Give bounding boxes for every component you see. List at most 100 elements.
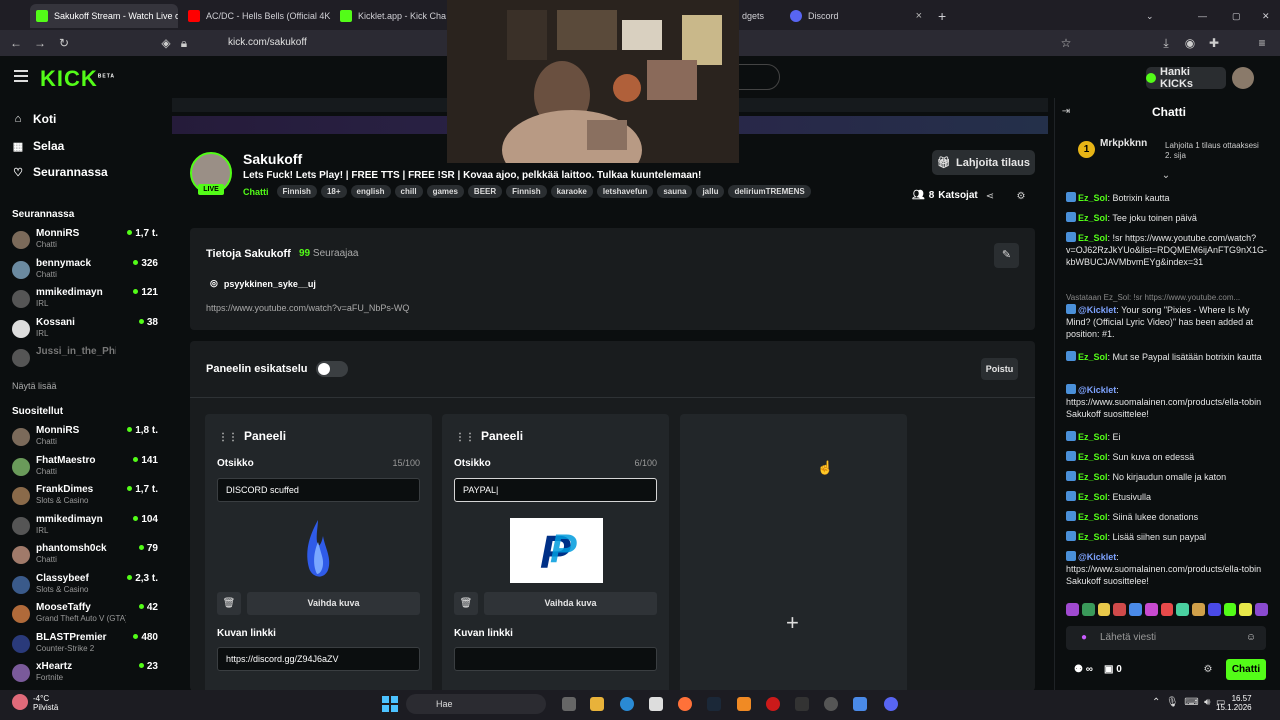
minimize-icon[interactable]: —	[1192, 4, 1212, 28]
chat-username[interactable]: Ez_Sol	[1078, 472, 1108, 482]
channel-list-item[interactable]: MonniRS Chatti 1,8 t.	[12, 425, 162, 453]
panel-preview-toggle[interactable]	[316, 361, 348, 377]
chat-username[interactable]: Ez_Sol	[1078, 452, 1108, 462]
channel-list-item[interactable]: mmikedimayn IRL 121	[12, 287, 162, 315]
close-tab-icon[interactable]: ×	[916, 10, 922, 22]
store-icon[interactable]	[649, 697, 663, 711]
terminal-icon[interactable]	[795, 697, 809, 711]
stream-tag[interactable]: deliriumTREMENS	[728, 185, 811, 198]
youtube-link[interactable]: https://www.youtube.com/watch?v=aFU_NbPs…	[206, 303, 409, 313]
emote-icon[interactable]	[1129, 603, 1142, 616]
weather-icon[interactable]	[12, 694, 28, 710]
chat-username[interactable]: @Kicklet	[1078, 552, 1116, 562]
app-drop-icon[interactable]	[853, 697, 867, 711]
change-image-button[interactable]: Vaihda kuva	[484, 592, 657, 615]
channel-list-item[interactable]: MooseTaffy Grand Theft Auto V (GTA) 42	[12, 602, 162, 630]
emote-icon[interactable]	[1081, 603, 1095, 616]
share-icon[interactable]: ⋖	[984, 191, 996, 203]
back-icon[interactable]: ←	[8, 35, 24, 51]
vlc-icon[interactable]	[737, 697, 751, 711]
nav-browse[interactable]: ▦ Selaa	[12, 139, 65, 153]
emote-icon[interactable]	[1160, 603, 1174, 616]
emote-icon[interactable]	[1192, 603, 1205, 616]
tab-kick[interactable]: Sakukoff Stream - Watch Live o×	[30, 4, 178, 28]
chat-username[interactable]: Ez_Sol	[1078, 512, 1108, 522]
nav-home[interactable]: ⌂ Koti	[12, 112, 57, 126]
tab-widgets[interactable]: dgets	[736, 4, 782, 28]
instagram-link[interactable]: ◎ psyykkinen_syke__uj	[210, 278, 316, 289]
address-field[interactable]: kick.com/sakukoff	[228, 37, 307, 48]
emote-icon[interactable]	[1097, 603, 1111, 616]
plus-icon[interactable]: +	[786, 610, 799, 636]
shield-icon[interactable]: ◈	[158, 35, 174, 51]
stream-tag[interactable]: games	[426, 185, 464, 198]
collapse-chat-icon[interactable]: ⇥	[1060, 106, 1072, 118]
edge-icon[interactable]	[620, 697, 634, 711]
user-settings-icon[interactable]: ⚙	[1015, 191, 1027, 203]
firefox-icon[interactable]	[678, 697, 692, 711]
channel-list-item[interactable]: FrankDimes Slots & Casino 1,7 t.	[12, 484, 162, 512]
chat-input[interactable]: Lähetä viesti	[1066, 626, 1266, 650]
steam-icon[interactable]	[707, 697, 721, 711]
category-link[interactable]: Chatti	[243, 187, 269, 197]
nav-following[interactable]: ♡ Seurannassa	[12, 165, 108, 179]
emote-icon[interactable]	[1144, 603, 1158, 616]
channel-list-item[interactable]: Jussi_in_the_Philippi...	[12, 346, 162, 374]
stream-tag[interactable]: karaoke	[550, 185, 593, 198]
channel-name[interactable]: Sakukoff	[243, 151, 302, 167]
emote-icon[interactable]	[1113, 603, 1127, 616]
tab-kicklet[interactable]: Kicklet.app - Kick Chatbot a	[334, 4, 446, 28]
stream-tag[interactable]: jallu	[696, 185, 725, 198]
channel-list-item[interactable]: MonniRS Chatti 1,7 t.	[12, 228, 162, 256]
pinned-chevron-icon[interactable]: ⌄	[1160, 170, 1172, 182]
bookmark-star-icon[interactable]: ☆	[1058, 35, 1074, 51]
channel-list-item[interactable]: Classybeef Slots & Casino 2,3 t.	[12, 573, 162, 601]
channel-list-item[interactable]: Kossani IRL 38	[12, 317, 162, 345]
channel-list-item[interactable]: xHeartz Fortnite 23	[12, 661, 162, 689]
image-link-input[interactable]	[454, 647, 657, 671]
add-panel-card[interactable]	[680, 414, 907, 704]
stream-tag[interactable]: 18+	[320, 185, 347, 198]
tab-discord[interactable]: Discord ×	[784, 4, 928, 28]
task-view-icon[interactable]	[562, 697, 576, 711]
account-icon[interactable]: ◉	[1182, 35, 1198, 51]
reload-icon[interactable]: ↻	[56, 35, 72, 51]
stream-tag[interactable]: Finnish	[506, 185, 547, 198]
panel-header[interactable]: Paneeli	[218, 429, 286, 443]
channel-list-item[interactable]: bennymack Chatti 326	[12, 258, 162, 286]
taskbar-search[interactable]: Hae	[406, 694, 546, 714]
emote-icon[interactable]	[1207, 603, 1221, 616]
emote-icon[interactable]	[1255, 603, 1268, 616]
tab-list-icon[interactable]: ⌄	[1140, 4, 1160, 28]
gift-sub-button[interactable]: 🎁︎ Lahjoita tilaus	[932, 150, 1035, 175]
emoji-icon[interactable]: ☺	[1245, 632, 1257, 644]
chat-username[interactable]: Ez_Sol	[1078, 213, 1108, 223]
gift-leader-name[interactable]: Mrkpkknn	[1100, 138, 1147, 149]
tab-youtube[interactable]: AC/DC - Hells Bells (Official 4K×	[182, 4, 332, 28]
new-tab-button[interactable]: +	[932, 4, 952, 28]
forward-icon[interactable]: →	[32, 35, 48, 51]
chat-username[interactable]: Ez_Sol	[1078, 352, 1108, 362]
tray-icons[interactable]: ⌃ 🎙︎ ⌨ 🔊︎ ▭	[1152, 697, 1225, 708]
chat-username[interactable]: Ez_Sol	[1078, 193, 1108, 203]
menu-icon[interactable]: ≡	[1254, 35, 1270, 51]
image-link-input[interactable]: https://discord.gg/Z94J6aZV	[217, 647, 420, 671]
stream-tag[interactable]: chill	[394, 185, 423, 198]
panel-header[interactable]: Paneeli	[455, 429, 523, 443]
channel-list-item[interactable]: mmikedimayn IRL 104	[12, 514, 162, 542]
discord-taskbar-icon[interactable]	[884, 697, 898, 711]
emote-icon[interactable]	[1066, 603, 1079, 616]
delete-image-icon[interactable]: 🗑︎	[454, 592, 478, 615]
change-image-button[interactable]: Vaihda kuva	[247, 592, 420, 615]
delete-image-icon[interactable]: 🗑︎	[217, 592, 241, 615]
emote-icon[interactable]	[1223, 603, 1237, 616]
stream-tag[interactable]: BEER	[467, 185, 503, 198]
channel-list-item[interactable]: FhatMaestro Chatti 141	[12, 455, 162, 483]
user-avatar[interactable]	[1232, 67, 1254, 89]
title-input[interactable]: PAYPAL|	[454, 478, 657, 502]
windows-start-icon[interactable]	[382, 696, 398, 712]
system-clock[interactable]: 16.57 15.1.2026	[1216, 694, 1252, 712]
channel-list-item[interactable]: phantomsh0ck Chatti 79	[12, 543, 162, 571]
emote-icon[interactable]	[1239, 603, 1253, 616]
opera-icon[interactable]	[766, 697, 780, 711]
